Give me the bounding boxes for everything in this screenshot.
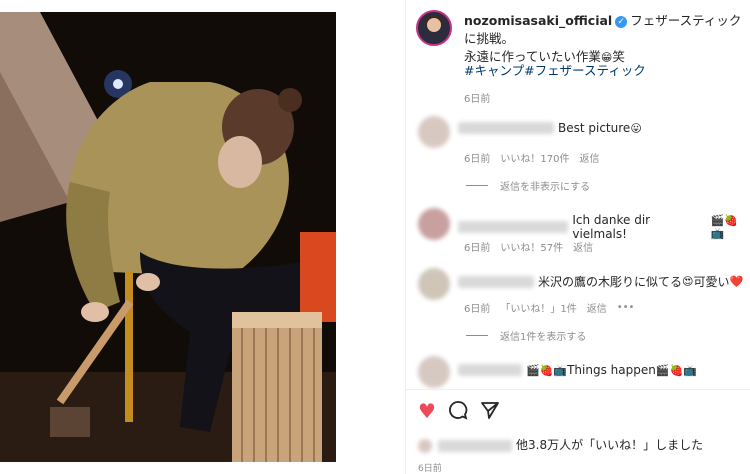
liker-avatar (418, 438, 432, 453)
show-replies-toggle[interactable]: 返信1件を表示する (466, 328, 586, 343)
commenter-username[interactable] (458, 275, 534, 288)
camping-photo (0, 12, 336, 462)
comment-likes-count[interactable]: いいね！57件 (500, 239, 563, 254)
post-timestamp: 6日前 (418, 464, 442, 474)
comment: Ich danke dir vielmals! 🎬🍓📺 (458, 213, 750, 241)
commenter-avatar[interactable] (418, 116, 450, 148)
comment-time: 6日前 (464, 304, 491, 315)
commenter-username[interactable] (458, 364, 522, 376)
reply-button[interactable]: 返信 (573, 239, 593, 254)
author-username[interactable]: nozomisasaki_official (464, 13, 612, 28)
comment-likes-count[interactable]: 「いいね！」1件 (500, 300, 576, 315)
comment-emoji: 🎬🍓📺 (655, 363, 697, 377)
instagram-post-window: nozomisasaki_official ✓ フェザースティックに挑戦。 永遠に作… (0, 0, 750, 474)
comment-time: 6日前 (464, 243, 491, 254)
comment-heart-emoji: ❤️ (729, 275, 744, 288)
comment-text-2: 可愛い (693, 275, 730, 289)
commenter-username[interactable] (458, 221, 569, 233)
comment-text: Ich danke dir vielmals! (572, 213, 651, 241)
liker-username[interactable] (438, 439, 512, 452)
comment-meta: 6日前 いいね！57件 返信 (464, 239, 603, 254)
author-avatar[interactable] (416, 10, 452, 46)
comment-text: 米沢の鷹の木彫りに似てる (538, 275, 683, 289)
comment: 🎬🍓📺 Things happen 🎬🍓📺 (458, 363, 697, 377)
comment-emoji: 🎬🍓📺 (710, 214, 738, 240)
likes-summary: 他3.8万人が「いいね！」しました (418, 436, 703, 453)
post-caption: nozomisasaki_official ✓ フェザースティックに挑戦。 永遠に作… (464, 12, 746, 67)
actions-divider (406, 389, 750, 390)
caption-time: 6日前 (464, 94, 491, 105)
comment-meta: 6日前 いいね！170件 返信 (464, 150, 609, 165)
commenter-username[interactable] (458, 122, 554, 134)
comment-meta: 6日前 「いいね！」1件 返信 ••• (464, 300, 644, 315)
more-options-icon[interactable]: ••• (617, 302, 635, 313)
post-photo[interactable] (0, 0, 405, 474)
commenter-avatar[interactable] (418, 208, 450, 240)
comment-emoji: 😛 (630, 121, 642, 135)
comment-text: Best picture (558, 121, 631, 135)
comment-emoji-prefix: 🎬🍓📺 (526, 363, 568, 377)
comment-icon[interactable] (448, 400, 468, 424)
comment-emoji: 😍 (682, 275, 694, 288)
commenter-avatar[interactable] (418, 268, 450, 300)
action-bar: ♥ (418, 400, 500, 424)
comments-sidebar: nozomisasaki_official ✓ フェザースティックに挑戦。 永遠に作… (405, 0, 750, 474)
verified-badge-icon: ✓ (615, 15, 628, 28)
reply-button[interactable]: 返信 (579, 150, 599, 165)
hashtags[interactable]: #キャンプ#フェザースティック (464, 60, 646, 79)
comment-time: 6日前 (464, 154, 491, 165)
comment-likes-count[interactable]: いいね！170件 (500, 150, 569, 165)
reply-button[interactable]: 返信 (587, 300, 607, 315)
heart-icon[interactable]: ♥ (418, 400, 436, 424)
hide-replies-toggle[interactable]: 返信を非表示にする (466, 178, 590, 193)
commenter-avatar[interactable] (418, 356, 450, 388)
comment-text: Things happen (567, 363, 656, 377)
comment: Best picture 😛 (458, 121, 642, 135)
comment: 米沢の鷹の木彫りに似てる 😍 可愛い ❤️ (458, 273, 743, 290)
share-icon[interactable] (480, 400, 500, 424)
